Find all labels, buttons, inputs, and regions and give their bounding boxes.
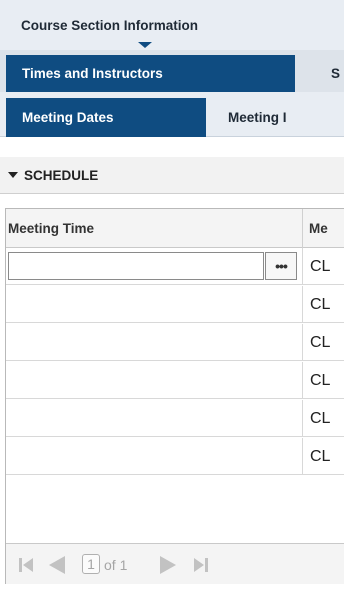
first-page-button[interactable] — [16, 544, 36, 585]
column-header-truncated[interactable]: Me — [304, 209, 344, 248]
meeting-time-cell: ••• — [6, 248, 303, 285]
table-row[interactable]: CL — [6, 400, 344, 437]
row-code-cell: CL — [310, 257, 331, 275]
schedule-section-header[interactable]: SCHEDULE — [0, 157, 344, 194]
schedule-panel: Course Section Information Times and Ins… — [0, 0, 344, 589]
tab-label: Course Section Information — [21, 17, 199, 33]
grid-header: Meeting Time Me — [6, 209, 344, 248]
page-count-label: of 1 — [104, 556, 128, 573]
tab-meeting-truncated[interactable]: Meeting I — [228, 98, 287, 137]
mid-tab-row: Times and Instructors S — [0, 50, 344, 92]
meeting-time-cell — [6, 362, 303, 399]
schedule-grid: Meeting Time Me ••• CL CL CL CL CL CL 1 … — [5, 208, 344, 584]
table-row[interactable]: CL — [6, 286, 344, 323]
last-page-icon — [194, 557, 208, 572]
row-code-cell: CL — [310, 447, 331, 465]
next-page-icon — [160, 555, 176, 574]
meeting-time-cell — [6, 324, 303, 361]
previous-page-button[interactable] — [46, 544, 68, 585]
tab-label: S — [331, 66, 341, 81]
tab-meeting-dates[interactable]: Meeting Dates — [6, 98, 206, 137]
table-row[interactable]: CL — [6, 324, 344, 361]
table-row[interactable]: ••• CL — [6, 248, 344, 285]
next-page-button[interactable] — [157, 544, 179, 585]
first-page-icon — [19, 557, 33, 572]
column-label: Me — [309, 221, 328, 236]
row-code-cell: CL — [310, 333, 331, 351]
tab-label: Meeting I — [228, 110, 287, 125]
meeting-time-cell — [6, 286, 303, 323]
table-row[interactable]: CL — [6, 362, 344, 399]
previous-page-icon — [49, 555, 65, 574]
tab-label: Times and Instructors — [22, 66, 163, 81]
row-code-cell: CL — [310, 371, 331, 389]
active-tab-pointer — [138, 42, 152, 48]
lookup-button[interactable]: ••• — [265, 252, 297, 280]
tab-next-truncated[interactable]: S — [331, 55, 340, 92]
column-label: Meeting Time — [8, 221, 95, 236]
tab-times-and-instructors[interactable]: Times and Instructors — [6, 55, 295, 92]
ellipsis-icon: ••• — [275, 258, 288, 274]
last-page-button[interactable] — [191, 544, 211, 585]
section-title: SCHEDULE — [24, 167, 99, 183]
meeting-time-input[interactable] — [8, 252, 264, 280]
collapse-caret-icon[interactable] — [8, 172, 18, 178]
tab-course-section-information[interactable]: Course Section Information — [0, 0, 344, 50]
column-header-meeting-time[interactable]: Meeting Time — [6, 209, 303, 248]
tab-label: Meeting Dates — [22, 110, 114, 125]
row-code-cell: CL — [310, 409, 331, 427]
row-code-cell: CL — [310, 295, 331, 313]
top-tab-row: Course Section Information — [0, 0, 344, 50]
meeting-time-cell — [6, 438, 303, 475]
meeting-time-cell — [6, 400, 303, 437]
sub-tab-row: Meeting Dates Meeting I — [0, 92, 344, 137]
page-number-input[interactable]: 1 — [82, 554, 100, 574]
grid-pager: 1 of 1 — [6, 543, 344, 584]
table-row[interactable]: CL — [6, 438, 344, 475]
